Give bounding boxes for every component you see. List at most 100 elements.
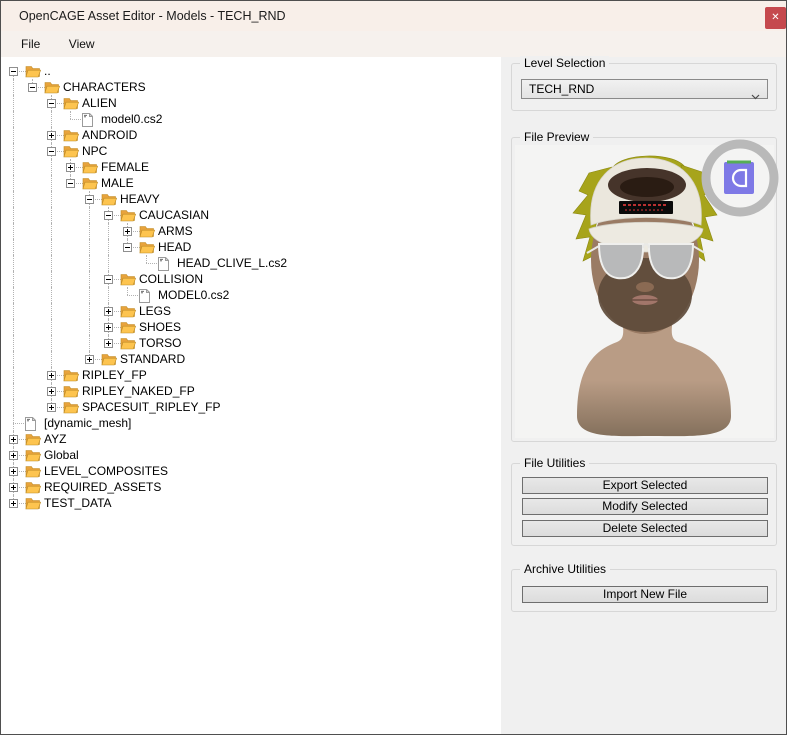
tree-node[interactable]: .. bbox=[1, 63, 501, 79]
expand-toggle[interactable] bbox=[9, 483, 18, 492]
expand-toggle[interactable] bbox=[47, 371, 56, 380]
tree-node[interactable]: CHARACTERS bbox=[1, 79, 501, 95]
tree-node[interactable]: Global bbox=[1, 447, 501, 463]
tree-node-label: TEST_DATA bbox=[44, 495, 112, 511]
expand-toggle[interactable] bbox=[85, 195, 94, 204]
tree-guide bbox=[51, 111, 52, 127]
expand-toggle[interactable] bbox=[47, 99, 56, 108]
tree-node[interactable]: COLLISION bbox=[1, 271, 501, 287]
tree-node-label: STANDARD bbox=[120, 351, 185, 367]
tree-node[interactable]: CAUCASIAN bbox=[1, 207, 501, 223]
tree-node[interactable]: MODEL0.cs2 bbox=[1, 287, 501, 303]
tree-guide bbox=[51, 319, 52, 335]
chevron-down-icon bbox=[751, 87, 760, 105]
tree-node-label: ANDROID bbox=[82, 127, 137, 143]
tree-guide bbox=[89, 271, 90, 287]
tree-node[interactable]: LEVEL_COMPOSITES bbox=[1, 463, 501, 479]
expand-toggle[interactable] bbox=[104, 211, 113, 220]
tree-node[interactable]: FEMALE bbox=[1, 159, 501, 175]
tree-node[interactable]: REQUIRED_ASSETS bbox=[1, 479, 501, 495]
tree-guide bbox=[89, 207, 90, 223]
level-selection-dropdown[interactable]: TECH_RND bbox=[521, 79, 768, 99]
expand-toggle[interactable] bbox=[47, 131, 56, 140]
expand-toggle[interactable] bbox=[47, 403, 56, 412]
expand-toggle[interactable] bbox=[123, 243, 132, 252]
tree-node[interactable]: model0.cs2 bbox=[1, 111, 501, 127]
tree-node[interactable]: NPC bbox=[1, 143, 501, 159]
modify-selected-button[interactable]: Modify Selected bbox=[522, 498, 768, 515]
tree-guide bbox=[13, 127, 14, 143]
expand-toggle[interactable] bbox=[85, 355, 94, 364]
expand-toggle[interactable] bbox=[9, 435, 18, 444]
tree-node[interactable]: AYZ bbox=[1, 431, 501, 447]
tree-node[interactable]: [dynamic_mesh] bbox=[1, 415, 501, 431]
expand-toggle[interactable] bbox=[47, 387, 56, 396]
tree-node-label: HEAD bbox=[158, 239, 191, 255]
delete-selected-button[interactable]: Delete Selected bbox=[522, 520, 768, 537]
tree-node-label: [dynamic_mesh] bbox=[44, 415, 131, 431]
tree-view[interactable]: ..CHARACTERSALIENmodel0.cs2ANDROIDNPCFEM… bbox=[1, 57, 501, 735]
expand-toggle[interactable] bbox=[9, 499, 18, 508]
tree-node-label: MODEL0.cs2 bbox=[158, 287, 229, 303]
tree-guide bbox=[89, 239, 90, 255]
expand-toggle[interactable] bbox=[9, 467, 18, 476]
tree-node-label: .. bbox=[44, 63, 51, 79]
tree-guide bbox=[13, 399, 14, 415]
tree-node-label: RIPLEY_NAKED_FP bbox=[82, 383, 195, 399]
tree-guide bbox=[13, 383, 14, 399]
tree-guide bbox=[51, 255, 52, 271]
tree-node[interactable]: HEAD_CLIVE_L.cs2 bbox=[1, 255, 501, 271]
tree-guide bbox=[108, 223, 109, 239]
tree-guide bbox=[89, 303, 90, 319]
tree-guide bbox=[127, 287, 128, 295]
expand-toggle[interactable] bbox=[9, 67, 18, 76]
tree-node[interactable]: RIPLEY_NAKED_FP bbox=[1, 383, 501, 399]
expand-toggle[interactable] bbox=[28, 83, 37, 92]
tree-node[interactable]: ARMS bbox=[1, 223, 501, 239]
tree-node-label: SPACESUIT_RIPLEY_FP bbox=[82, 399, 221, 415]
expand-toggle[interactable] bbox=[104, 339, 113, 348]
tree-node-label: CAUCASIAN bbox=[139, 207, 209, 223]
export-selected-button[interactable]: Export Selected bbox=[522, 477, 768, 494]
tree-node[interactable]: HEAVY bbox=[1, 191, 501, 207]
window-title: OpenCAGE Asset Editor - Models - TECH_RN… bbox=[19, 1, 286, 31]
expand-toggle[interactable] bbox=[47, 147, 56, 156]
tree-node-label: REQUIRED_ASSETS bbox=[44, 479, 161, 495]
expand-toggle[interactable] bbox=[104, 323, 113, 332]
menu-view[interactable]: View bbox=[57, 31, 107, 57]
tree-node[interactable]: LEGS bbox=[1, 303, 501, 319]
expand-toggle[interactable] bbox=[9, 451, 18, 460]
tree-guide bbox=[51, 223, 52, 239]
import-new-file-button[interactable]: Import New File bbox=[522, 586, 768, 603]
tree-node[interactable]: MALE bbox=[1, 175, 501, 191]
tree-node[interactable]: SPACESUIT_RIPLEY_FP bbox=[1, 399, 501, 415]
tree-node[interactable]: TORSO bbox=[1, 335, 501, 351]
tree-guide bbox=[51, 271, 52, 287]
expand-toggle[interactable] bbox=[66, 179, 75, 188]
tree-node-label: NPC bbox=[82, 143, 107, 159]
menu-file[interactable]: File bbox=[9, 31, 52, 57]
tree-node[interactable]: TEST_DATA bbox=[1, 495, 501, 511]
tree-guide bbox=[146, 255, 147, 263]
expand-toggle[interactable] bbox=[123, 227, 132, 236]
tree-guide bbox=[108, 255, 109, 271]
tree-guide bbox=[51, 159, 52, 175]
tree-node[interactable]: RIPLEY_FP bbox=[1, 367, 501, 383]
expand-toggle[interactable] bbox=[66, 163, 75, 172]
menu-bar: File View bbox=[1, 31, 786, 57]
tree-node-label: MALE bbox=[101, 175, 134, 191]
tree-guide bbox=[70, 111, 71, 119]
tree-guide bbox=[13, 335, 14, 351]
tree-node[interactable]: ANDROID bbox=[1, 127, 501, 143]
level-selection-value: TECH_RND bbox=[529, 82, 594, 96]
tree-node[interactable]: ALIEN bbox=[1, 95, 501, 111]
tree-guide bbox=[51, 191, 52, 207]
expand-toggle[interactable] bbox=[104, 307, 113, 316]
close-button[interactable]: ✕ bbox=[765, 7, 786, 29]
tree-guide bbox=[51, 351, 52, 367]
tree-node[interactable]: HEAD bbox=[1, 239, 501, 255]
expand-toggle[interactable] bbox=[104, 275, 113, 284]
tree-node[interactable]: STANDARD bbox=[1, 351, 501, 367]
tree-node[interactable]: SHOES bbox=[1, 319, 501, 335]
tree-guide bbox=[51, 175, 52, 191]
